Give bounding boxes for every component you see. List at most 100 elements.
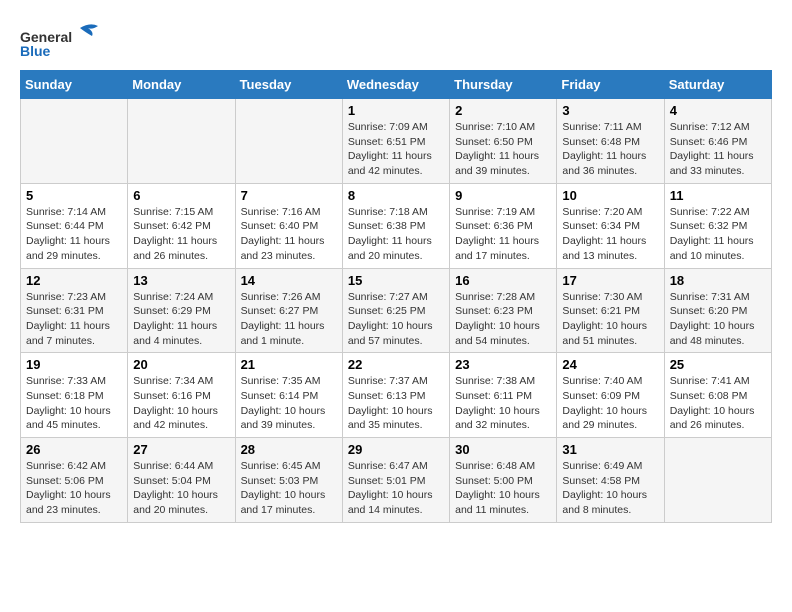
calendar-cell: 8 Sunrise: 7:18 AM Sunset: 6:38 PM Daylig… — [342, 183, 449, 268]
day-content: Sunrise: 6:48 AM Sunset: 5:00 PM Dayligh… — [455, 459, 551, 518]
logo-svg: General Blue — [20, 20, 110, 60]
calendar-cell: 22Sunrise: 7:37 AM Sunset: 6:13 PM Dayli… — [342, 353, 449, 438]
calendar-cell — [21, 99, 128, 184]
calendar-header-row: SundayMondayTuesdayWednesdayThursdayFrid… — [21, 71, 772, 99]
day-content: Sunrise: 7:34 AM Sunset: 6:16 PM Dayligh… — [133, 374, 229, 433]
calendar-cell: 27 Sunrise: 6:44 AM Sunset: 5:04 PM Dayli… — [128, 438, 235, 523]
day-number: 25 — [670, 357, 766, 372]
calendar-cell: 13 Sunrise: 7:24 AM Sunset: 6:29 PM Dayli… — [128, 268, 235, 353]
day-content: Sunrise: 7:20 AM Sunset: 6:34 PM Dayligh… — [562, 205, 658, 264]
calendar-week-row: 12 Sunrise: 7:23 AM Sunset: 6:31 PM Dayli… — [21, 268, 772, 353]
calendar-cell: 29Sunrise: 6:47 AM Sunset: 5:01 PM Dayli… — [342, 438, 449, 523]
calendar-cell: 3 Sunrise: 7:11 AM Sunset: 6:48 PM Daylig… — [557, 99, 664, 184]
day-content: Sunrise: 7:10 AM Sunset: 6:50 PM Dayligh… — [455, 120, 551, 179]
calendar-cell: 14 Sunrise: 7:26 AM Sunset: 6:27 PM Dayli… — [235, 268, 342, 353]
calendar-cell: 19 Sunrise: 7:33 AM Sunset: 6:18 PM Dayli… — [21, 353, 128, 438]
calendar-cell: 24 Sunrise: 7:40 AM Sunset: 6:09 PM Dayli… — [557, 353, 664, 438]
calendar-cell: 9 Sunrise: 7:19 AM Sunset: 6:36 PM Daylig… — [450, 183, 557, 268]
day-content: Sunrise: 7:33 AM Sunset: 6:18 PM Dayligh… — [26, 374, 122, 433]
calendar-cell: 11 Sunrise: 7:22 AM Sunset: 6:32 PM Dayli… — [664, 183, 771, 268]
day-content: Sunrise: 7:12 AM Sunset: 6:46 PM Dayligh… — [670, 120, 766, 179]
calendar-cell: 1Sunrise: 7:09 AM Sunset: 6:51 PM Daylig… — [342, 99, 449, 184]
day-number: 26 — [26, 442, 122, 457]
day-content: Sunrise: 7:38 AM Sunset: 6:11 PM Dayligh… — [455, 374, 551, 433]
calendar-cell: 15Sunrise: 7:27 AM Sunset: 6:25 PM Dayli… — [342, 268, 449, 353]
calendar-cell: 6 Sunrise: 7:15 AM Sunset: 6:42 PM Daylig… — [128, 183, 235, 268]
day-number: 18 — [670, 273, 766, 288]
calendar-cell: 30 Sunrise: 6:48 AM Sunset: 5:00 PM Dayli… — [450, 438, 557, 523]
day-number: 14 — [241, 273, 337, 288]
day-header-thursday: Thursday — [450, 71, 557, 99]
day-content: Sunrise: 7:24 AM Sunset: 6:29 PM Dayligh… — [133, 290, 229, 349]
day-content: Sunrise: 7:14 AM Sunset: 6:44 PM Dayligh… — [26, 205, 122, 264]
day-number: 17 — [562, 273, 658, 288]
day-number: 11 — [670, 188, 766, 203]
day-number: 21 — [241, 357, 337, 372]
day-number: 24 — [562, 357, 658, 372]
day-content: Sunrise: 7:40 AM Sunset: 6:09 PM Dayligh… — [562, 374, 658, 433]
day-header-friday: Friday — [557, 71, 664, 99]
page-header: General Blue — [20, 20, 772, 60]
calendar-cell: 25 Sunrise: 7:41 AM Sunset: 6:08 PM Dayli… — [664, 353, 771, 438]
calendar-cell: 23Sunrise: 7:38 AM Sunset: 6:11 PM Dayli… — [450, 353, 557, 438]
day-header-monday: Monday — [128, 71, 235, 99]
day-content: Sunrise: 7:22 AM Sunset: 6:32 PM Dayligh… — [670, 205, 766, 264]
day-content: Sunrise: 7:26 AM Sunset: 6:27 PM Dayligh… — [241, 290, 337, 349]
day-content: Sunrise: 7:18 AM Sunset: 6:38 PM Dayligh… — [348, 205, 444, 264]
calendar-cell: 16 Sunrise: 7:28 AM Sunset: 6:23 PM Dayli… — [450, 268, 557, 353]
day-content: Sunrise: 7:23 AM Sunset: 6:31 PM Dayligh… — [26, 290, 122, 349]
day-number: 3 — [562, 103, 658, 118]
day-header-sunday: Sunday — [21, 71, 128, 99]
day-content: Sunrise: 7:09 AM Sunset: 6:51 PM Dayligh… — [348, 120, 444, 179]
day-number: 31 — [562, 442, 658, 457]
calendar-cell: 12 Sunrise: 7:23 AM Sunset: 6:31 PM Dayli… — [21, 268, 128, 353]
day-number: 4 — [670, 103, 766, 118]
day-content: Sunrise: 7:11 AM Sunset: 6:48 PM Dayligh… — [562, 120, 658, 179]
day-content: Sunrise: 7:30 AM Sunset: 6:21 PM Dayligh… — [562, 290, 658, 349]
day-content: Sunrise: 7:28 AM Sunset: 6:23 PM Dayligh… — [455, 290, 551, 349]
day-number: 5 — [26, 188, 122, 203]
day-number: 6 — [133, 188, 229, 203]
day-number: 12 — [26, 273, 122, 288]
calendar-cell: 17 Sunrise: 7:30 AM Sunset: 6:21 PM Dayli… — [557, 268, 664, 353]
calendar-cell: 18 Sunrise: 7:31 AM Sunset: 6:20 PM Dayli… — [664, 268, 771, 353]
calendar-week-row: 1Sunrise: 7:09 AM Sunset: 6:51 PM Daylig… — [21, 99, 772, 184]
calendar-table: SundayMondayTuesdayWednesdayThursdayFrid… — [20, 70, 772, 523]
day-content: Sunrise: 7:16 AM Sunset: 6:40 PM Dayligh… — [241, 205, 337, 264]
day-content: Sunrise: 7:19 AM Sunset: 6:36 PM Dayligh… — [455, 205, 551, 264]
day-header-saturday: Saturday — [664, 71, 771, 99]
calendar-cell: 26 Sunrise: 6:42 AM Sunset: 5:06 PM Dayli… — [21, 438, 128, 523]
day-number: 27 — [133, 442, 229, 457]
day-number: 28 — [241, 442, 337, 457]
day-content: Sunrise: 7:35 AM Sunset: 6:14 PM Dayligh… — [241, 374, 337, 433]
calendar-cell: 28 Sunrise: 6:45 AM Sunset: 5:03 PM Dayli… — [235, 438, 342, 523]
day-number: 22 — [348, 357, 444, 372]
calendar-week-row: 26 Sunrise: 6:42 AM Sunset: 5:06 PM Dayli… — [21, 438, 772, 523]
day-content: Sunrise: 7:41 AM Sunset: 6:08 PM Dayligh… — [670, 374, 766, 433]
day-content: Sunrise: 7:31 AM Sunset: 6:20 PM Dayligh… — [670, 290, 766, 349]
day-number: 8 — [348, 188, 444, 203]
calendar-cell: 5 Sunrise: 7:14 AM Sunset: 6:44 PM Daylig… — [21, 183, 128, 268]
calendar-cell — [235, 99, 342, 184]
calendar-cell: 2Sunrise: 7:10 AM Sunset: 6:50 PM Daylig… — [450, 99, 557, 184]
svg-text:Blue: Blue — [20, 43, 51, 59]
day-content: Sunrise: 6:44 AM Sunset: 5:04 PM Dayligh… — [133, 459, 229, 518]
day-number: 29 — [348, 442, 444, 457]
calendar-cell: 7Sunrise: 7:16 AM Sunset: 6:40 PM Daylig… — [235, 183, 342, 268]
day-number: 16 — [455, 273, 551, 288]
day-content: Sunrise: 7:27 AM Sunset: 6:25 PM Dayligh… — [348, 290, 444, 349]
day-content: Sunrise: 6:45 AM Sunset: 5:03 PM Dayligh… — [241, 459, 337, 518]
day-header-wednesday: Wednesday — [342, 71, 449, 99]
day-number: 13 — [133, 273, 229, 288]
day-number: 20 — [133, 357, 229, 372]
day-number: 19 — [26, 357, 122, 372]
day-number: 9 — [455, 188, 551, 203]
calendar-cell: 31Sunrise: 6:49 AM Sunset: 4:58 PM Dayli… — [557, 438, 664, 523]
calendar-cell: 21 Sunrise: 7:35 AM Sunset: 6:14 PM Dayli… — [235, 353, 342, 438]
calendar-week-row: 19 Sunrise: 7:33 AM Sunset: 6:18 PM Dayli… — [21, 353, 772, 438]
day-number: 10 — [562, 188, 658, 203]
calendar-cell — [664, 438, 771, 523]
day-number: 30 — [455, 442, 551, 457]
day-content: Sunrise: 6:42 AM Sunset: 5:06 PM Dayligh… — [26, 459, 122, 518]
day-content: Sunrise: 7:15 AM Sunset: 6:42 PM Dayligh… — [133, 205, 229, 264]
